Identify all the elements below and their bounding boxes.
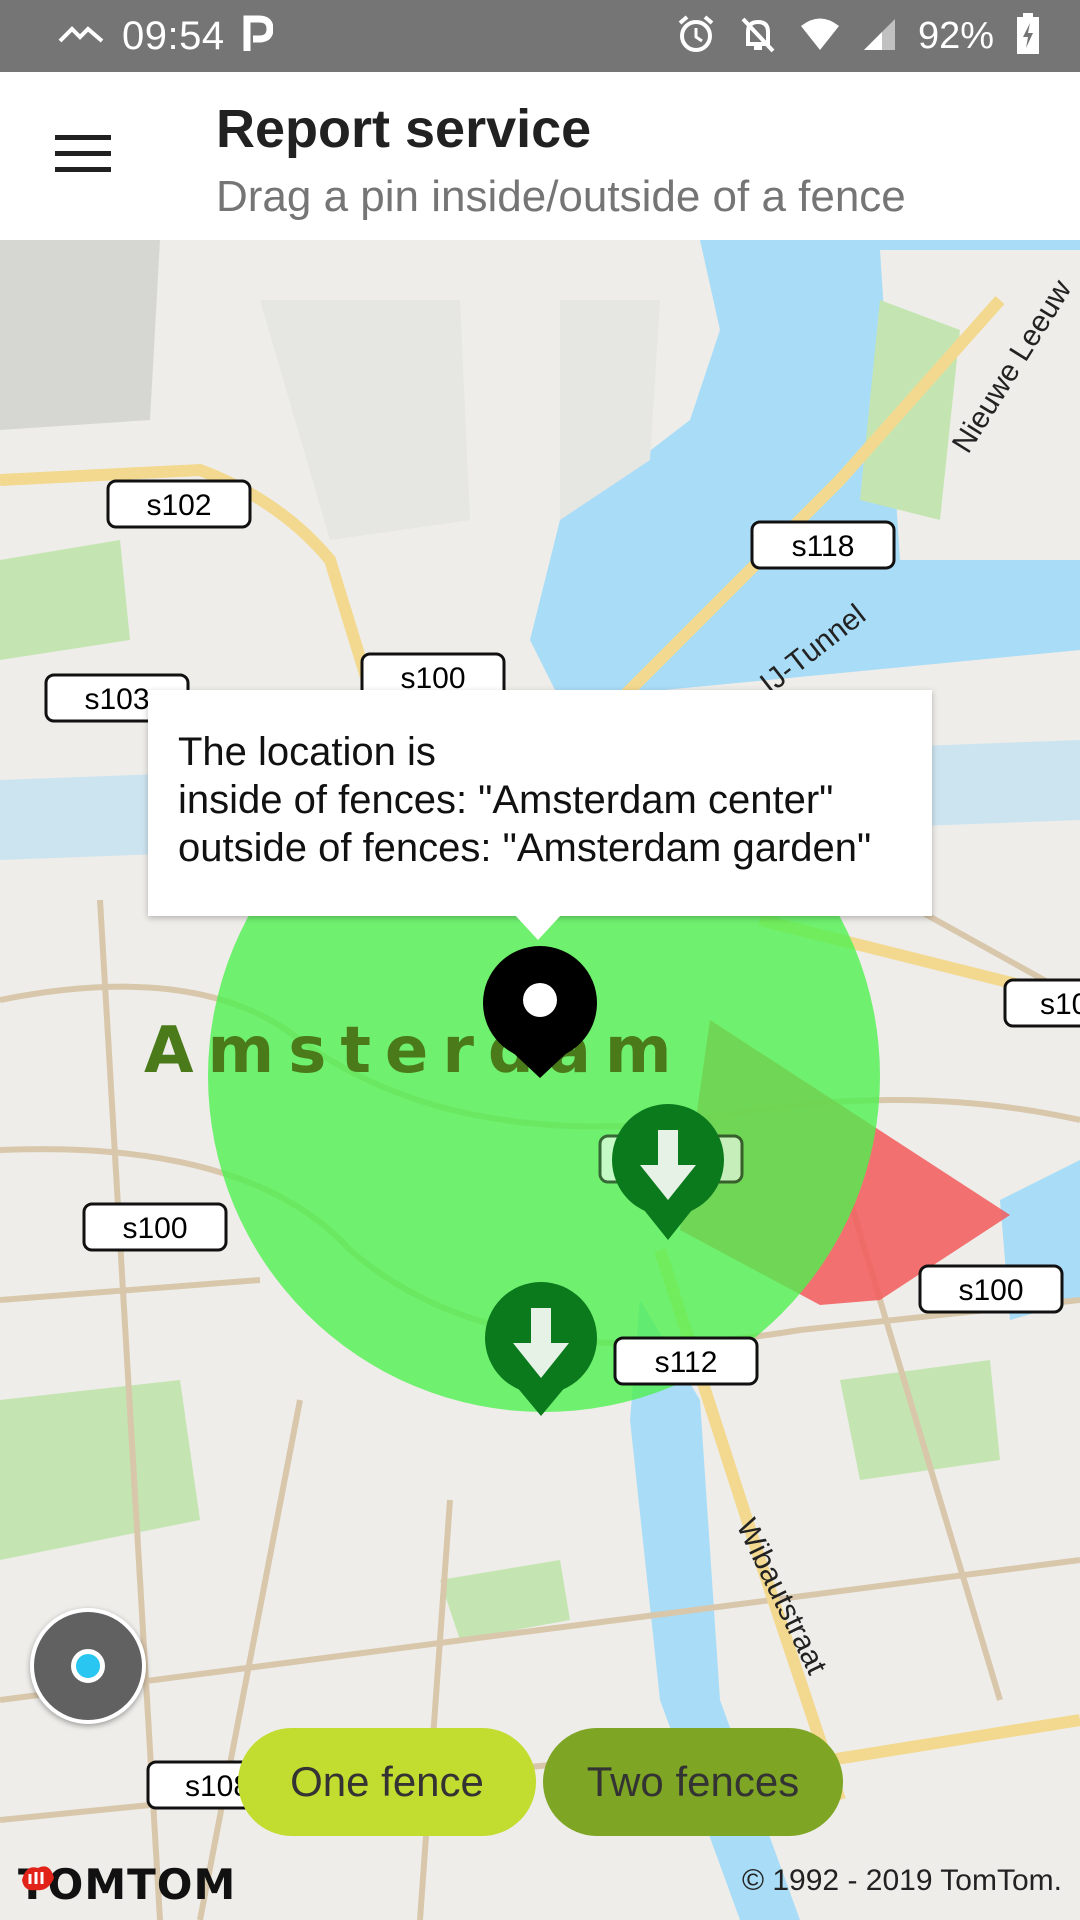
road-label-s100: s100	[82, 1202, 228, 1252]
menu-button[interactable]	[40, 116, 126, 196]
map-canvas: s102 s118 s103 s100 s100 s100 s10 s112	[0, 240, 1080, 1920]
road-label-s118: s118	[750, 520, 896, 570]
battery-icon	[1016, 12, 1040, 60]
svg-text:s112: s112	[655, 1346, 718, 1379]
signal-icon	[862, 17, 896, 56]
park-southwest	[0, 1380, 200, 1560]
map-view[interactable]: s102 s118 s103 s100 s100 s100 s10 s112	[0, 240, 1080, 1920]
popup-line-2: inside of fences: "Amsterdam center"	[178, 778, 834, 822]
wifi-icon	[800, 17, 840, 56]
status-time: 09:54	[122, 13, 225, 58]
battery-percent: 92%	[917, 14, 994, 57]
svg-text:s10: s10	[1040, 988, 1080, 1021]
svg-text:s100: s100	[122, 1212, 187, 1245]
park-east	[840, 1360, 1000, 1480]
road-label-s112: s112	[613, 1336, 759, 1386]
alarm-icon	[676, 14, 716, 59]
popup-line-1: The location is	[178, 730, 436, 774]
status-bar-right: 92%	[676, 12, 1040, 60]
location-info-popup: The location is inside of fences: "Amste…	[148, 690, 932, 916]
road-label-s102: s102	[106, 479, 252, 529]
road-label-s10: s10	[1003, 978, 1080, 1028]
svg-text:s103: s103	[84, 683, 149, 716]
tomtom-logo: TOMTOM	[18, 1860, 238, 1909]
parking-icon	[243, 15, 274, 58]
status-bar: 09:54 92%	[0, 0, 1080, 72]
pier-block	[260, 300, 470, 540]
city-label: Amsterdam	[144, 1014, 686, 1088]
industrial-area	[0, 240, 160, 430]
page-subtitle: Drag a pin inside/outside of a fence	[216, 172, 906, 221]
activity-icon	[58, 19, 104, 54]
page-title: Report service	[216, 99, 592, 159]
svg-text:s118: s118	[792, 530, 855, 563]
one-fence-button[interactable]: One fence	[238, 1728, 536, 1836]
bell-off-icon	[738, 14, 778, 59]
my-location-button[interactable]	[30, 1608, 146, 1724]
copyright-text: © 1992 - 2019 TomTom.	[741, 1864, 1062, 1897]
popup-pointer	[514, 914, 562, 940]
svg-text:s102: s102	[146, 489, 211, 522]
two-fences-button[interactable]: Two fences	[543, 1728, 843, 1836]
status-bar-left: 09:54	[58, 12, 274, 60]
location-dot-icon	[71, 1649, 105, 1683]
svg-text:s100: s100	[958, 1274, 1023, 1307]
road-label-s100: s100	[918, 1264, 1064, 1314]
hamburger-menu-icon	[55, 133, 111, 180]
park-west	[0, 540, 130, 660]
app-bar: Report service Drag a pin inside/outside…	[0, 72, 1080, 240]
popup-line-3: outside of fences: "Amsterdam garden"	[178, 826, 872, 870]
